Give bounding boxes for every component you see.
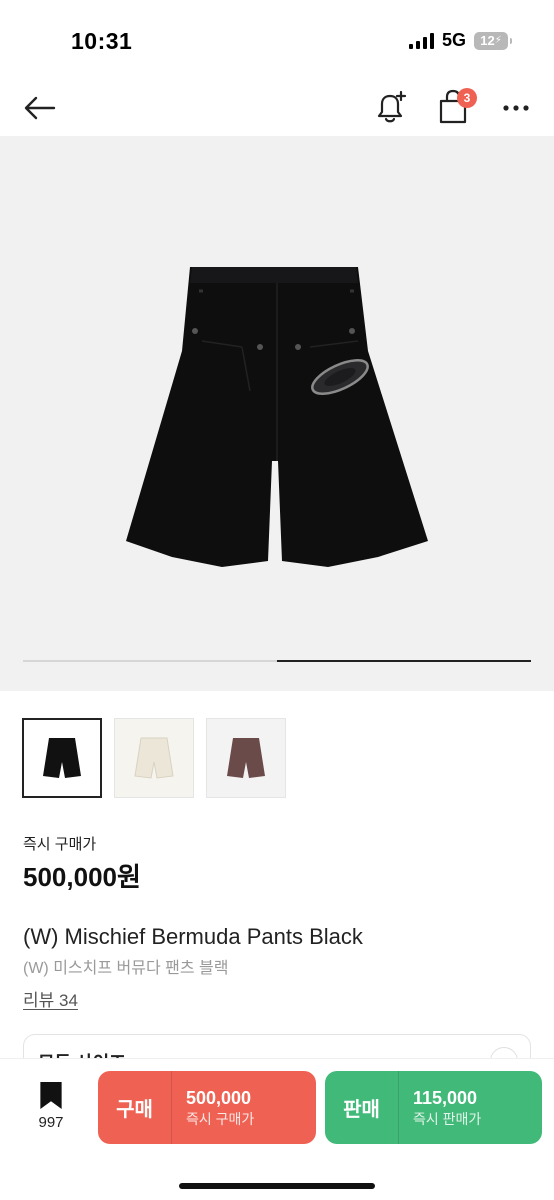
product-image: [126, 267, 428, 567]
buy-label: 구매: [116, 1099, 153, 1121]
instant-buy-price: 500,000원: [23, 862, 141, 892]
thumbnail-list: [22, 718, 286, 798]
bottom-action-bar: 997 구매 500,000 즉시 구매가 판매 115,000 즉시 판매가: [0, 1058, 554, 1200]
sell-info: 115,000 즉시 판매가: [399, 1071, 481, 1144]
sell-button[interactable]: 판매 115,000 즉시 판매가: [325, 1071, 542, 1144]
gallery-progress-fill: [277, 660, 531, 662]
product-image-gallery[interactable]: [0, 136, 554, 691]
status-time: 10:31: [71, 28, 133, 54]
network-type: 5G: [441, 30, 466, 50]
battery-level: 12: [480, 33, 495, 48]
thumbnail-ivory[interactable]: [114, 718, 194, 798]
product-title: (W) Mischief Bermuda Pants Black: [23, 924, 363, 949]
wishlist-button[interactable]: 997: [30, 1081, 72, 1131]
buy-price: 500,000: [186, 1087, 252, 1108]
buy-button[interactable]: 구매 500,000 즉시 구매가: [98, 1071, 316, 1144]
buy-info: 500,000 즉시 구매가: [172, 1071, 254, 1144]
status-indicators: 5G 12 ⚡: [408, 30, 512, 51]
signal-icon: [408, 32, 434, 49]
arrow-left-icon: [24, 96, 56, 120]
status-bar: 10:31 5G 12 ⚡: [0, 0, 554, 80]
cart-count-badge: 3: [457, 88, 477, 108]
wishlist-count: 997: [38, 1114, 64, 1131]
bookmark-icon: [40, 1081, 62, 1110]
gallery-progress: [23, 660, 531, 662]
sell-sub-label: 즉시 판매가: [413, 1110, 482, 1127]
product-subtitle: (W) 미스치프 버뮤다 팬츠 블랙: [23, 960, 229, 977]
thumbnail-black[interactable]: [22, 718, 102, 798]
more-options-button[interactable]: [498, 90, 534, 126]
thumbnail-brown[interactable]: [206, 718, 286, 798]
thumbnail-image: [134, 737, 174, 779]
thumbnail-image: [227, 738, 265, 778]
buy-sub-label: 즉시 구매가: [186, 1110, 255, 1127]
cart-button[interactable]: 3: [436, 88, 477, 126]
sell-label: 판매: [343, 1099, 380, 1121]
thumbnail-image: [43, 738, 81, 778]
battery-icon: 12 ⚡: [474, 31, 512, 50]
top-nav: 3: [0, 80, 554, 136]
back-button[interactable]: [22, 90, 58, 126]
instant-buy-price-label: 즉시 구매가: [23, 836, 97, 853]
reviews-link[interactable]: 리뷰 34: [23, 986, 78, 1011]
home-indicator[interactable]: [179, 1183, 375, 1189]
bell-plus-icon: [377, 90, 407, 123]
notification-button[interactable]: [373, 88, 409, 126]
more-horizontal-icon: [503, 105, 529, 111]
sell-price: 115,000: [413, 1087, 478, 1108]
